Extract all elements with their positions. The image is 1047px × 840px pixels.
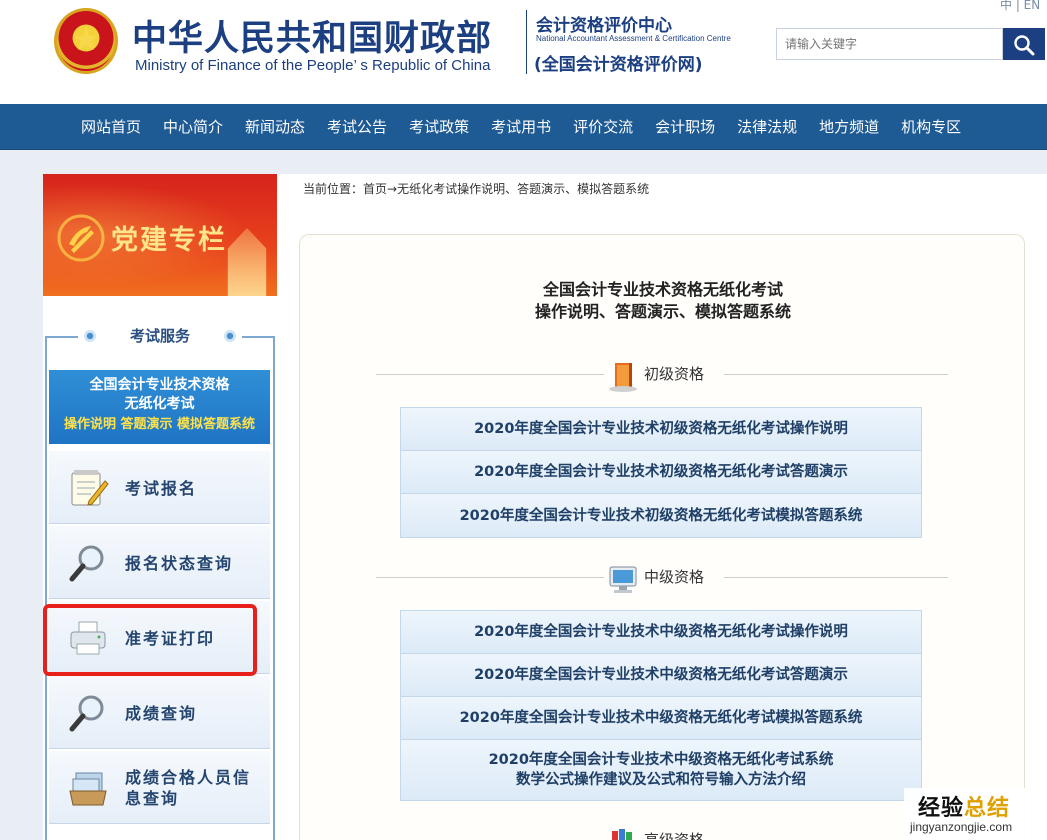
service-item-label: 考试报名	[125, 478, 198, 498]
nav-item-law[interactable]: 法律法规	[726, 104, 808, 150]
watermark: 经验总结 jingyanzongjie.com	[904, 788, 1047, 840]
party-building-title: 党建专栏	[111, 225, 227, 256]
nav-item-news[interactable]: 新闻动态	[234, 104, 316, 150]
link-intermediate-formula-guide[interactable]: 2020年度全国会计专业技术中级资格无纸化考试系统 数学公式操作建议及公式和符号…	[401, 740, 921, 800]
book-icon	[609, 363, 637, 392]
nav-item-institutions[interactable]: 机构专区	[890, 104, 972, 150]
search-button[interactable]	[1003, 28, 1045, 60]
ministry-name-cn[interactable]: 中华人民共和国财政部	[132, 10, 492, 61]
nav-item-about[interactable]: 中心简介	[152, 104, 234, 150]
primary-links: 2020年度全国会计专业技术初级资格无纸化考试操作说明 2020年度全国会计专业…	[400, 407, 922, 538]
site-header: 中华人民共和国财政部 Ministry of Finance of the Pe…	[0, 0, 1047, 104]
books-icon	[612, 829, 632, 840]
service-item-score-query[interactable]: 成绩查询	[49, 675, 270, 749]
content-card: 全国会计专业技术资格无纸化考试 操作说明、答题演示、模拟答题系统 初级资格 20…	[299, 234, 1025, 840]
monitor-icon	[609, 566, 637, 593]
link-intermediate-simulation[interactable]: 2020年度全国会计专业技术中级资格无纸化考试模拟答题系统	[401, 697, 921, 740]
breadcrumb: 当前位置：首页→无纸化考试操作说明、答题演示、模拟答题系统	[303, 182, 650, 196]
exam-service-panel: 考试服务 全国会计专业技术资格 无纸化考试 操作说明 答题演示 模拟答题系统 考…	[43, 296, 277, 840]
section-header-advanced: 高级资格	[376, 825, 948, 840]
language-switch[interactable]: 中 | EN	[1000, 0, 1040, 13]
nav-item-local[interactable]: 地方频道	[808, 104, 890, 150]
page-title: 全国会计专业技术资格无纸化考试 操作说明、答题演示、模拟答题系统	[534, 280, 791, 321]
intermediate-links: 2020年度全国会计专业技术中级资格无纸化考试操作说明 2020年度全国会计专业…	[400, 610, 922, 801]
national-emblem-icon[interactable]	[54, 8, 118, 74]
decor-dot-icon	[224, 330, 236, 342]
main-content: 当前位置：首页→无纸化考试操作说明、答题演示、模拟答题系统 全国会计专业技术资格…	[277, 174, 1047, 840]
magnifier-icon	[69, 695, 104, 732]
service-item-qualified-info[interactable]: 成绩合格人员信息查询	[49, 750, 270, 824]
service-item-label: 报名状态查询	[125, 553, 234, 573]
section-header-intermediate: 中级资格	[376, 562, 948, 593]
section-label: 中级资格	[644, 568, 705, 586]
search-icon	[1014, 35, 1035, 56]
paperless-exam-banner[interactable]: 全国会计专业技术资格 无纸化考试 操作说明 答题演示 模拟答题系统	[49, 370, 270, 444]
centre-name-en: National Accountant Assessment & Certifi…	[536, 34, 731, 43]
party-building-banner[interactable]: 党建专栏	[43, 174, 277, 296]
nav-item-home[interactable]: 网站首页	[70, 104, 152, 150]
service-item-label: 成绩查询	[125, 703, 198, 723]
service-heading: 考试服务	[129, 327, 190, 345]
header-divider	[526, 10, 527, 74]
link-primary-demo[interactable]: 2020年度全国会计专业技术初级资格无纸化考试答题演示	[401, 451, 921, 494]
party-emblem-icon	[57, 214, 105, 262]
section-label: 初级资格	[644, 365, 705, 383]
notepad-icon	[71, 470, 109, 506]
link-intermediate-operation[interactable]: 2020年度全国会计专业技术中级资格无纸化考试操作说明	[401, 611, 921, 654]
breadcrumb-home-link[interactable]: 首页	[363, 182, 387, 196]
link-primary-operation[interactable]: 2020年度全国会计专业技术初级资格无纸化考试操作说明	[401, 408, 921, 451]
link-primary-simulation[interactable]: 2020年度全国会计专业技术初级资格无纸化考试模拟答题系统	[401, 494, 921, 537]
nav-item-career[interactable]: 会计职场	[644, 104, 726, 150]
nav-item-policy[interactable]: 考试政策	[398, 104, 480, 150]
centre-name-cn[interactable]: 会计资格评价中心	[536, 11, 672, 36]
magnifier-icon	[69, 545, 104, 582]
ministry-name-en[interactable]: Ministry of Finance of the People’ s Rep…	[135, 57, 490, 74]
nav-item-announcements[interactable]: 考试公告	[316, 104, 398, 150]
file-tray-icon	[69, 772, 107, 806]
nav-item-books[interactable]: 考试用书	[480, 104, 562, 150]
service-item-registration-status[interactable]: 报名状态查询	[49, 525, 270, 599]
section-label: 高级资格	[644, 831, 705, 840]
main-nav: 网站首页 中心简介 新闻动态 考试公告 考试政策 考试用书 评价交流 会计职场 …	[0, 104, 1047, 150]
centre-site-name[interactable]: (全国会计资格评价网)	[534, 50, 703, 75]
link-intermediate-demo[interactable]: 2020年度全国会计专业技术中级资格无纸化考试答题演示	[401, 654, 921, 697]
section-header-primary: 初级资格	[376, 359, 948, 392]
highlight-box	[43, 604, 257, 676]
nav-item-exchange[interactable]: 评价交流	[562, 104, 644, 150]
search-input[interactable]	[776, 28, 1003, 60]
service-item-registration[interactable]: 考试报名	[49, 450, 270, 524]
service-item-label: 成绩合格人员信息查询	[125, 768, 252, 808]
